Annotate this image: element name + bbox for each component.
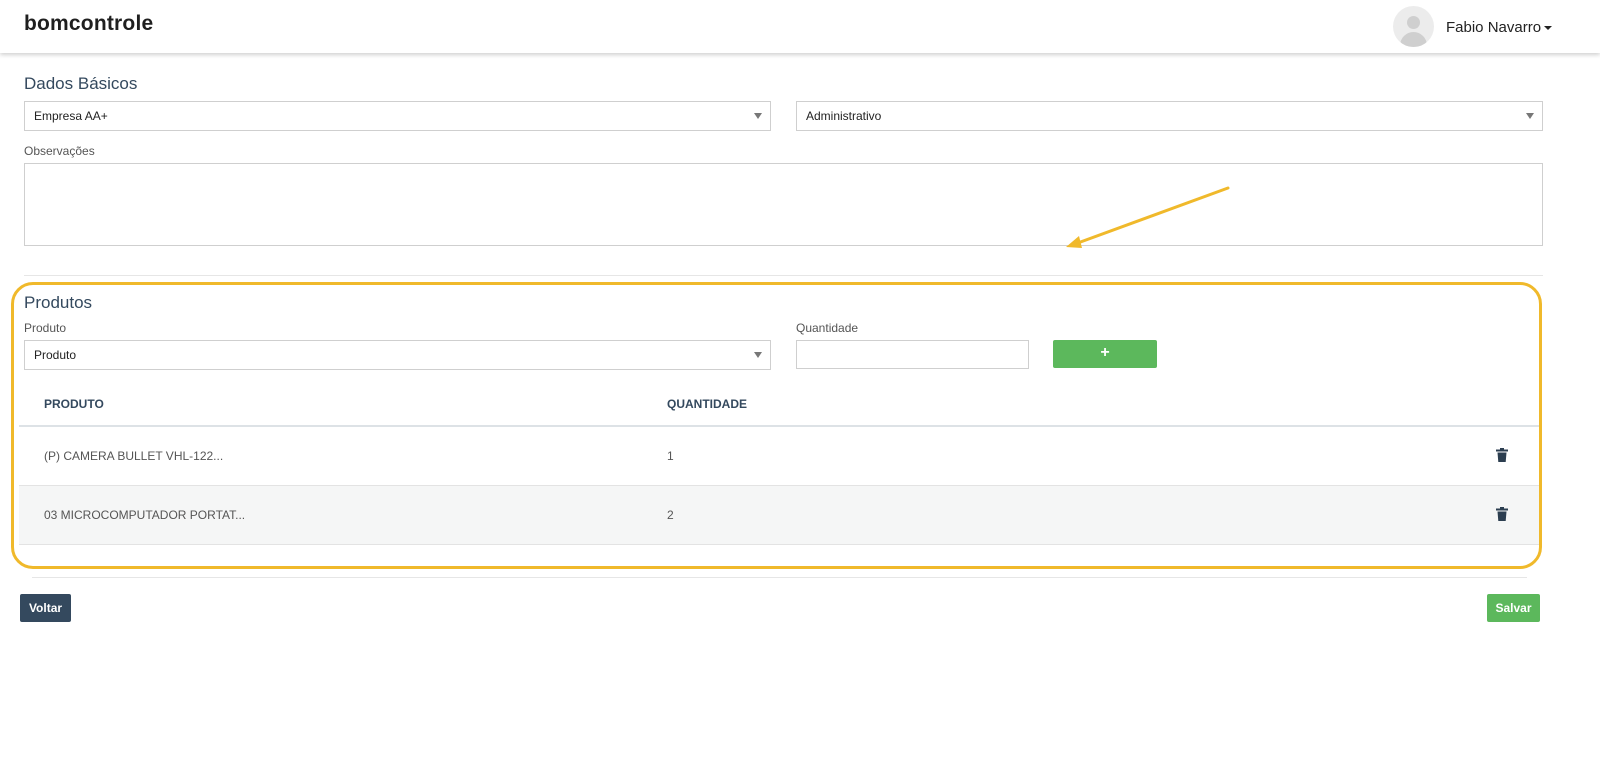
table-row: 03 MICROCOMPUTADOR PORTAT... 2	[19, 486, 1539, 545]
footer-divider	[32, 577, 1527, 578]
departamento-select[interactable]: Administrativo	[796, 101, 1543, 131]
column-header-produto: PRODUTO	[44, 397, 104, 411]
quantidade-label: Quantidade	[796, 321, 859, 335]
add-product-button[interactable]: +	[1053, 340, 1157, 368]
dropdown-arrow-icon	[754, 352, 762, 358]
section-title-dados-basicos: Dados Básicos	[24, 74, 138, 93]
row-produto: (P) CAMERA BULLET VHL-122...	[44, 449, 224, 463]
row-produto: 03 MICROCOMPUTADOR PORTAT...	[44, 508, 246, 522]
produto-select-value: Produto	[34, 348, 77, 362]
back-button[interactable]: Voltar	[20, 594, 71, 622]
avatar-head	[1407, 16, 1420, 29]
row-quantidade: 2	[667, 508, 674, 522]
user-menu[interactable]: Fabio Navarro	[1446, 19, 1553, 36]
observacoes-label: Observações	[24, 144, 95, 158]
empresa-select[interactable]: Empresa AA+	[24, 101, 771, 131]
annotation-arrow-icon	[1066, 186, 1230, 248]
top-navbar: bomcontrole Fabio Navarro	[0, 0, 1600, 53]
user-name: Fabio Navarro	[1446, 19, 1542, 36]
dropdown-arrow-icon	[1526, 113, 1534, 119]
user-avatar-icon[interactable]	[1393, 6, 1434, 47]
table-row: (P) CAMERA BULLET VHL-122... 1	[19, 427, 1539, 486]
row-quantidade: 1	[667, 449, 674, 463]
column-header-quantidade: QUANTIDADE	[667, 397, 747, 411]
produto-label: Produto	[24, 321, 67, 335]
observacoes-textarea[interactable]	[24, 163, 1543, 246]
dropdown-arrow-icon	[754, 113, 762, 119]
section-title-produtos: Produtos	[24, 293, 93, 312]
trash-icon[interactable]	[1496, 507, 1508, 521]
app-logo[interactable]: bomcontrole	[24, 12, 153, 36]
caret-down-icon	[1544, 26, 1553, 31]
empresa-select-value: Empresa AA+	[34, 109, 108, 123]
produto-select[interactable]: Produto	[24, 340, 771, 370]
save-button[interactable]: Salvar	[1487, 594, 1540, 622]
departamento-select-value: Administrativo	[806, 109, 882, 123]
avatar-body	[1400, 32, 1427, 47]
trash-icon[interactable]	[1496, 448, 1508, 462]
quantidade-input[interactable]	[796, 340, 1029, 369]
section-divider	[24, 275, 1543, 276]
